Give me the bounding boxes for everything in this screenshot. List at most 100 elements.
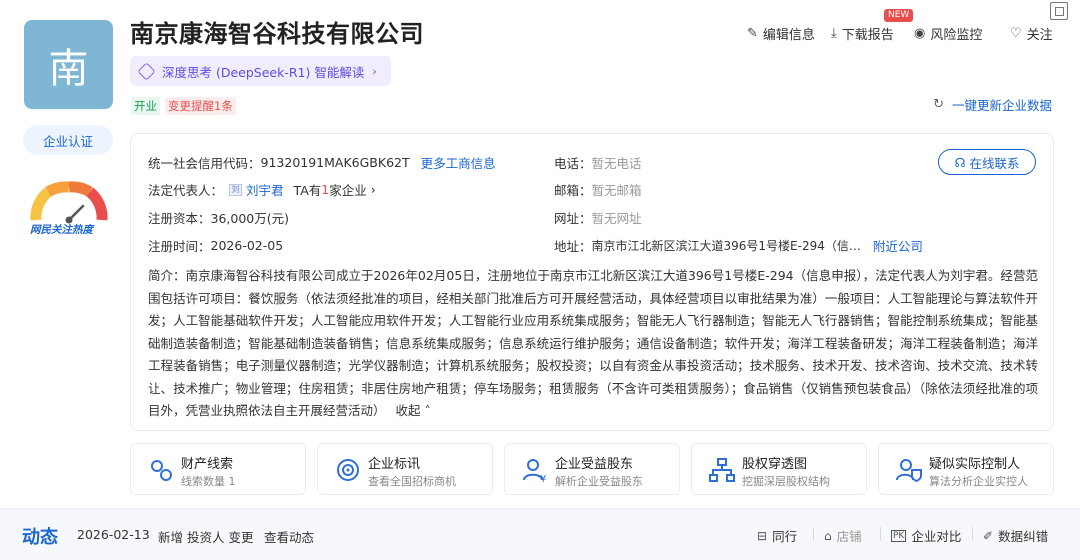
reg-time-value: 2026-02-05 [210, 238, 284, 253]
ta-prefix: TA有 [293, 183, 322, 198]
chevron-right-icon: › [372, 64, 377, 78]
change-alert-tag[interactable]: 变更提醒1条 [165, 97, 236, 115]
heat-gauge-icon [30, 181, 108, 224]
feature-title: 股权穿透图 [742, 457, 808, 472]
follow-label: 关注 [1026, 28, 1053, 43]
ta-count: 1 [321, 182, 330, 197]
phone-row: 电话： 暂无电话 [554, 153, 642, 172]
briefcase-icon: ⊟ [757, 528, 768, 543]
chevron-up-icon: ˄ [420, 403, 431, 418]
email-row: 邮箱： 暂无邮箱 [554, 180, 642, 199]
stores-label: 店铺 [836, 529, 862, 544]
heart-icon: ♡ [1010, 26, 1022, 41]
website-row: 网址： 暂无网址 [554, 208, 642, 227]
eye-icon: ◉ [914, 26, 926, 41]
legal-rep-row: 法定代表人： 刘 刘宇君 TA有 1 家企业 › [148, 180, 376, 199]
equity-tree-icon [709, 458, 735, 482]
svg-text:¥: ¥ [540, 474, 546, 484]
email-label: 邮箱： [554, 183, 592, 198]
feature-card-controller[interactable]: 疑似实际控制人 算法分析企业实控人 [878, 443, 1054, 495]
feature-card-bidding[interactable]: 企业标讯 查看全国招标商机 [317, 443, 493, 495]
enterprise-cert-button[interactable]: 企业认证 [23, 125, 113, 155]
feature-sub: 线索数量 1 [181, 475, 236, 488]
heat-label: 网民关注热度 [30, 224, 93, 236]
collapse-label: 收起 [395, 403, 421, 418]
edit-info-button[interactable]: ✎ 编辑信息 [747, 24, 815, 43]
stores-button[interactable]: ⌂ 店铺 [824, 526, 862, 545]
feature-sub: 解析企业受益股东 [555, 475, 643, 488]
person-icon: 刘 [229, 183, 243, 196]
feature-sub: 挖掘深层股权结构 [742, 475, 830, 488]
qr-code-icon[interactable] [1050, 2, 1068, 20]
pk-icon: PK [891, 529, 907, 542]
collapse-link[interactable]: 收起 ˄ [396, 403, 431, 418]
address-label: 地址： [554, 239, 592, 254]
nearby-companies-link[interactable]: 附近公司 [873, 236, 923, 255]
divider [813, 527, 814, 541]
property-icon [151, 460, 172, 481]
ai-interpret-button[interactable]: 深度思考 (DeepSeek-R1) 智能解读 › [130, 56, 391, 86]
compare-label: 企业对比 [911, 529, 962, 544]
update-data-link[interactable]: ↻ 一键更新企业数据 [933, 95, 1052, 114]
feature-title: 企业标讯 [368, 457, 421, 472]
capital-value: 36,000万(元) [210, 211, 290, 226]
feature-card-property[interactable]: 财产线索 线索数量 1 [130, 443, 306, 495]
feature-card-beneficiary[interactable]: ¥ 企业受益股东 解析企业受益股东 [504, 443, 680, 495]
online-contact-button[interactable]: ☊ 在线联系 [938, 149, 1036, 175]
intro-text: 南京康海智谷科技有限公司成立于2026年02月05日，注册地位于南京市江北新区滨… [148, 268, 1038, 418]
website-value: 暂无网址 [591, 211, 642, 226]
email-value: 暂无邮箱 [591, 183, 642, 198]
divider [880, 527, 881, 541]
store-icon: ⌂ [824, 528, 832, 543]
compare-button[interactable]: PK 企业对比 [891, 526, 961, 545]
peers-label: 同行 [772, 529, 798, 544]
peers-button[interactable]: ⊟ 同行 [757, 526, 797, 545]
feature-sub: 查看全国招标商机 [368, 475, 456, 488]
risk-monitor-button[interactable]: ◉ 风险监控 [914, 24, 982, 43]
intro-label: 简介： [148, 268, 186, 283]
more-business-link[interactable]: 更多工商信息 [421, 153, 496, 172]
download-report-button[interactable]: ⤓ 下载报告 [831, 24, 894, 43]
update-data-label: 一键更新企业数据 [951, 98, 1052, 113]
legal-rep-label: 法定代表人： [148, 183, 224, 198]
feature-title: 疑似实际控制人 [929, 457, 1021, 472]
phone-value: 暂无电话 [591, 156, 642, 171]
beneficiary-icon: ¥ [523, 459, 546, 484]
credit-code-value: 91320191MAK6GBK62T [260, 155, 410, 170]
logo-char: 南 [48, 45, 89, 92]
ta-suffix[interactable]: 家企业 [329, 180, 367, 199]
correction-icon: ✐ [983, 528, 994, 543]
company-logo: 南 [24, 20, 113, 109]
address-row: 地址： 南京市江北新区滨江大道396号1号楼E-294（信… 附近公司 [554, 236, 923, 255]
edit-info-label: 编辑信息 [762, 28, 815, 43]
online-contact-label: 在线联系 [969, 155, 1020, 171]
credit-code-row: 统一社会信用代码： 91320191MAK6GBK62T 更多工商信息 [148, 153, 496, 172]
capital-label: 注册资本： [148, 211, 211, 226]
phone-label: 电话： [554, 156, 592, 171]
chevron-right-icon: › [370, 182, 376, 197]
view-dynamics-link[interactable]: 查看动态 [264, 527, 314, 546]
download-report-label: 下载报告 [841, 28, 894, 43]
correction-label: 数据纠错 [998, 529, 1049, 544]
ai-sparkle-icon [137, 61, 156, 81]
divider [972, 527, 973, 541]
dynamics-date: 2026-02-13 [77, 527, 150, 542]
feature-card-equity[interactable]: 股权穿透图 挖掘深层股权结构 [691, 443, 867, 495]
ai-interpret-label: 深度思考 (DeepSeek-R1) 智能解读 [162, 64, 365, 80]
new-badge: NEW [884, 9, 914, 22]
credit-code-label: 统一社会信用代码： [148, 156, 261, 171]
feature-title: 财产线索 [181, 457, 234, 472]
capital-row: 注册资本： 36,000万(元) [148, 208, 289, 227]
reg-time-row: 注册时间： 2026-02-05 [148, 236, 283, 255]
risk-monitor-label: 风险监控 [930, 28, 983, 43]
correction-button[interactable]: ✐ 数据纠错 [983, 526, 1048, 545]
company-name: 南京康海智谷科技有限公司 [130, 20, 424, 48]
legal-rep-link[interactable]: 刘宇君 [246, 180, 284, 199]
dynamics-text: 新增 投资人 变更 [158, 530, 254, 545]
headset-icon: ☊ [954, 154, 966, 170]
company-intro: 简介：南京康海智谷科技有限公司成立于2026年02月05日，注册地位于南京市江北… [148, 265, 1038, 423]
follow-button[interactable]: ♡ 关注 [1010, 24, 1053, 43]
feature-title: 企业受益股东 [555, 457, 634, 472]
controller-icon [896, 459, 922, 483]
status-badge: 开业 [131, 97, 160, 115]
